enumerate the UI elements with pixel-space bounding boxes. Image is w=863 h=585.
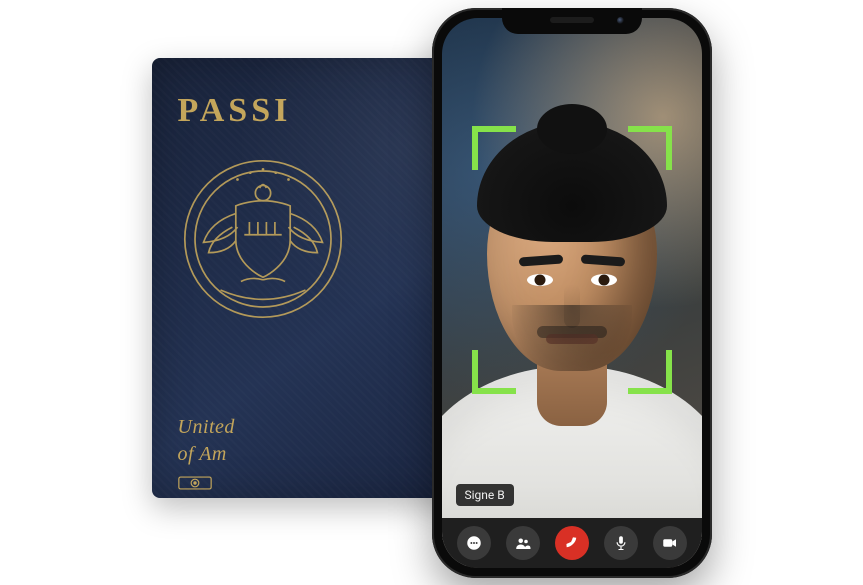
hangup-icon — [563, 534, 581, 552]
composition: PASSI — [152, 8, 712, 578]
microphone-icon — [612, 534, 630, 552]
passport-cover: PASSI — [152, 58, 472, 498]
passport-title: PASSI — [178, 92, 446, 130]
biometric-chip-icon — [178, 476, 212, 490]
phone-screen: Signe B — [442, 18, 702, 568]
person-portrait — [452, 116, 692, 536]
people-icon — [514, 534, 532, 552]
front-camera-icon — [617, 17, 624, 24]
camera-button[interactable] — [653, 526, 687, 560]
end-call-button[interactable] — [555, 526, 589, 560]
passport-country-text: United of Am — [178, 414, 235, 468]
chat-icon — [465, 534, 483, 552]
passport-seal-icon — [178, 154, 348, 324]
caller-name-label: Signe B — [456, 484, 514, 506]
call-toolbar — [442, 518, 702, 568]
video-camera-icon — [661, 534, 679, 552]
participants-button[interactable] — [506, 526, 540, 560]
phone-notch — [502, 8, 642, 34]
chat-button[interactable] — [457, 526, 491, 560]
microphone-button[interactable] — [604, 526, 638, 560]
video-call-feed: Signe B — [442, 18, 702, 568]
smartphone-frame: Signe B — [432, 8, 712, 578]
